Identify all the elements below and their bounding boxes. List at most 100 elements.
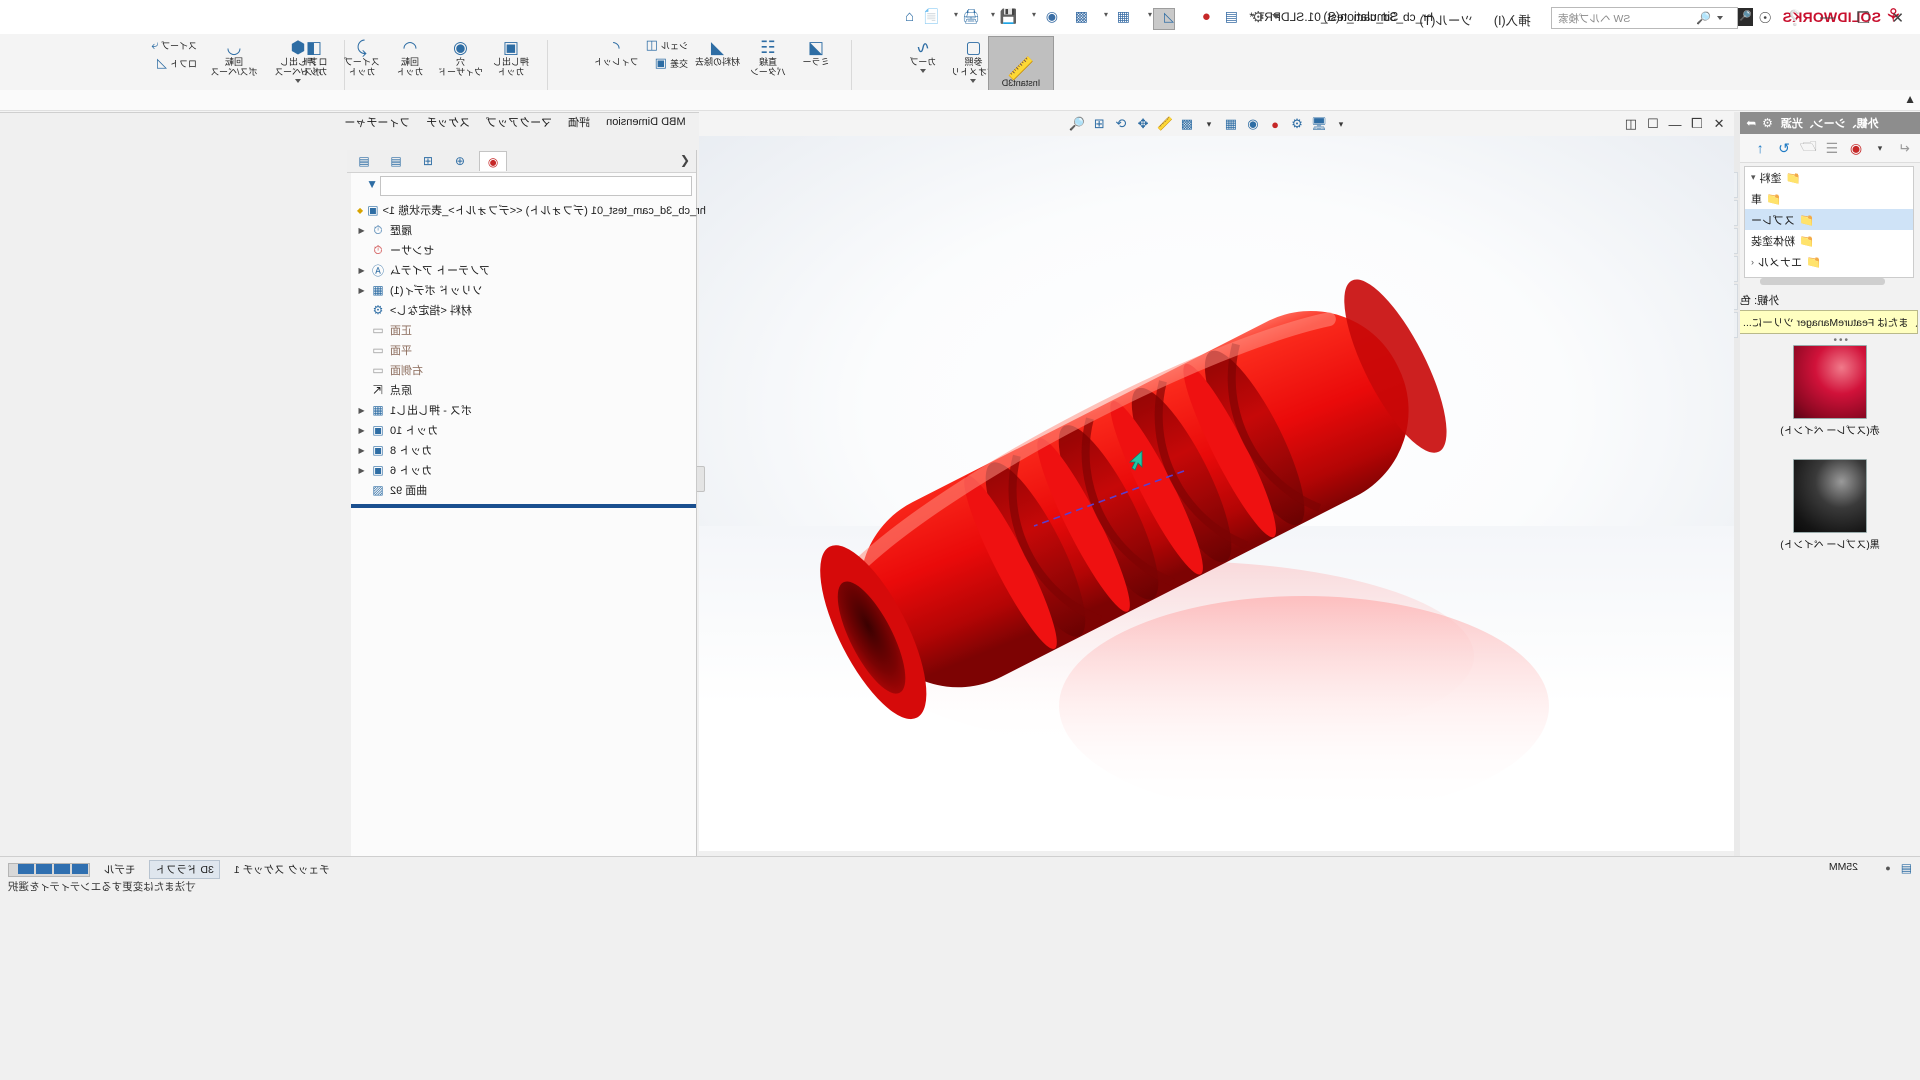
close-button[interactable]: ✕ (1891, 9, 1904, 27)
swatch-black-spray-paint[interactable] (1793, 459, 1867, 533)
configuration-manager-tab[interactable]: ⊞ (415, 152, 441, 171)
up-level-icon[interactable]: ↑ (1750, 138, 1770, 158)
feature-node-origin[interactable]: 原点 ⇱ (351, 380, 696, 400)
library-icon[interactable]: ☰ (1822, 138, 1842, 158)
gear-icon[interactable]: ⚙ (1762, 116, 1773, 130)
status-units[interactable]: 25MM (1829, 861, 1858, 873)
print-icon[interactable]: 🖨 (960, 8, 980, 28)
save-icon[interactable]: 💾 (997, 8, 1017, 28)
split-window-icon[interactable]: ◫ (1620, 113, 1642, 135)
ribbon-collapse-chevron-icon[interactable]: ▲ (1904, 92, 1916, 106)
search-go-icon[interactable]: 🔍 (1738, 8, 1753, 26)
dropdown-caret-icon[interactable]: ▾ (1870, 138, 1890, 158)
restore-document-icon[interactable]: ❐ (1686, 113, 1708, 135)
close-document-icon[interactable]: ✕ (1708, 113, 1730, 135)
dimxpert-manager-tab[interactable]: ⊕ (447, 152, 473, 171)
document-dropdown-caret-icon[interactable] (1272, 14, 1280, 19)
display-manager-tab[interactable]: ◉ (479, 151, 507, 171)
reference-geometry-caret-icon[interactable] (970, 79, 977, 83)
hide-show-caret-icon[interactable]: ▾ (1016, 8, 1036, 28)
feature-node-history[interactable]: 履歴 ⏱ ◀ (351, 220, 696, 240)
account-icon[interactable]: ☉ (1759, 9, 1772, 27)
display-style-caret-icon[interactable]: ▾ (1132, 8, 1152, 28)
revolve-cut-button[interactable]: ◠ 回転 カット (386, 36, 434, 79)
tile-window-icon[interactable]: ☐ (1642, 113, 1664, 135)
status-sketch-check[interactable]: チェック スケッチ 1 (228, 860, 336, 879)
expander-icon[interactable]: ◀ (357, 406, 366, 415)
file-properties-icon[interactable]: ▤ (1218, 8, 1238, 28)
filter-icon[interactable]: ▼ (366, 177, 378, 191)
appearances-panel-toolbar[interactable]: ↵ ▾ ◉ ☰ 🗁 ↻ ↑ (1734, 134, 1920, 163)
appearance-folder-spray[interactable]: 📁 スプレー (1745, 209, 1913, 230)
appearance-folder-car[interactable]: 📁 車 (1745, 188, 1913, 209)
expander-icon[interactable]: ‹ (1751, 257, 1754, 267)
rotate-view-icon[interactable]: ⟳ (1110, 113, 1132, 135)
tab-markup[interactable]: マークアップ (478, 111, 560, 133)
draft-button[interactable]: ◢ 材料の除去 (691, 36, 744, 69)
arrow-cursor-icon[interactable]: ➦ (1746, 116, 1756, 130)
restore-button[interactable]: ❐ (1857, 9, 1870, 27)
hole-wizard-button[interactable]: ◉ 穴 ウィザード (434, 36, 487, 79)
curve-caret-icon[interactable] (919, 69, 926, 73)
view-toolbar-caret-icon[interactable]: ▾ (1330, 113, 1352, 135)
mirror-button[interactable]: ◪ ミラー (792, 36, 840, 69)
curve-button[interactable]: ∿ Instant3D カーブ (899, 36, 947, 75)
extrude-cut-button[interactable]: ▣ 押し出し カット (487, 36, 535, 79)
view-orientation-caret-icon[interactable]: ▾ (1198, 113, 1220, 135)
display-style-icon[interactable]: 🖥 (1308, 113, 1330, 135)
pan-icon[interactable]: ✥ (1132, 113, 1154, 135)
measure-icon[interactable]: 📏 (1154, 113, 1176, 135)
expander-icon[interactable]: ◀ (357, 286, 366, 295)
view-orientation-icon[interactable]: ▦ (1220, 113, 1242, 135)
chevron-left-icon[interactable]: ❮ (680, 153, 690, 167)
graphics-viewport[interactable]: Y X Z (699, 136, 1734, 851)
appearance-folder-paint[interactable]: 📁 塗料 ▾ (1745, 167, 1913, 188)
loft-cut-button[interactable]: ◨ ロフト カット (290, 36, 338, 79)
feature-node-part-root[interactable]: hr_cb_3d_cam_test_01 (デフォルト) <<デフォルト>_表示… (351, 200, 706, 220)
intersect-button[interactable]: 交差 ▣ (643, 54, 691, 72)
feature-node-solid-bodies[interactable]: ソリッド ボディ(1) ▦ ◀ (351, 280, 696, 300)
appearance-swatch-red[interactable]: 赤(スプレー ペイント) (1740, 345, 1920, 437)
menu-item-insert[interactable]: 挿入(I) (1492, 9, 1533, 30)
view-orientation-caret-icon[interactable]: ▾ (1088, 8, 1108, 28)
feature-node-cut6[interactable]: カット 6 ▣ ◀ (351, 460, 696, 480)
revolve-boss-button[interactable]: ◡ 回転 ボス/ベース (202, 36, 266, 79)
sweep-button[interactable]: スイープ ⤷ (148, 36, 200, 54)
tab-evaluate[interactable]: 評価 (560, 111, 598, 133)
options-gear-icon[interactable]: ⚙ (1245, 8, 1265, 28)
feature-manager-tab[interactable]: ▤ (351, 152, 377, 171)
refresh-icon[interactable]: ↻ (1774, 138, 1794, 158)
tab-mbd-dimension[interactable]: MBD Dimension (598, 113, 693, 131)
expander-icon[interactable]: ◀ (357, 226, 366, 235)
sweep-cut-button[interactable]: ⤸ スイープ カット (338, 36, 386, 79)
feature-tree-filter-input[interactable] (380, 176, 692, 196)
feature-node-surface92[interactable]: 曲面 92 ▧ (351, 480, 696, 500)
feature-node-top-plane[interactable]: 平面 ▭ (351, 340, 696, 360)
fillet-button[interactable]: ◜ フィレット (590, 36, 643, 69)
tab-sketch[interactable]: スケッチ (418, 111, 478, 133)
status-draft-mode[interactable]: 3D ドラフト (149, 860, 220, 879)
print-caret-icon[interactable]: ▾ (938, 8, 958, 28)
hide-show-icon[interactable]: ◉ (1242, 113, 1264, 135)
swatch-red-spray-paint[interactable] (1793, 345, 1867, 419)
shell-button[interactable]: シェル ◫ (643, 36, 691, 54)
status-edit-target[interactable]: モデル (98, 860, 142, 879)
view-toolbar[interactable]: ✕ ❐ — ☐ ◫ ▾ 🖥 ⚙ ● ◉ ▦ ▾ ▩ 📏 ✥ ⟳ ⊞ 🔍 (699, 112, 1734, 137)
tab-features[interactable]: フィーチャー (336, 111, 418, 133)
expander-icon[interactable]: ◀ (357, 466, 366, 475)
appearance-folder-powder[interactable]: 📁 粉体塗装 (1745, 230, 1913, 251)
zoom-to-fit-icon[interactable]: ⊞ (1088, 113, 1110, 135)
zoom-to-area-icon[interactable]: 🔍 (1066, 113, 1088, 135)
feature-node-material[interactable]: 材料 <指定なし> ⚙ (351, 300, 696, 320)
appearance-sphere-icon[interactable]: ● (1191, 8, 1211, 28)
loft-button[interactable]: ロフト ◿ (148, 54, 200, 72)
feature-node-extrude1[interactable]: ボス - 押し出し1 ▦ ◀ (351, 400, 696, 420)
property-manager-tab[interactable]: ▤ (383, 152, 409, 171)
home-icon[interactable]: ⌂ (894, 8, 914, 28)
feature-manager-tab-bar[interactable]: ◉ ⊕ ⊞ ▤ ▤ (347, 150, 696, 173)
appearance-edit-icon[interactable]: ◉ (1846, 138, 1866, 158)
feature-node-cut10[interactable]: カット 10 ▣ ◀ (351, 420, 696, 440)
feature-tree[interactable]: hr_cb_3d_cam_test_01 (デフォルト) <<デフォルト>_表示… (351, 200, 706, 508)
view-orientation-icon[interactable]: ▦ (1110, 8, 1130, 28)
appearance-folder-enamel[interactable]: 📁 エナメル ‹ (1745, 251, 1913, 272)
